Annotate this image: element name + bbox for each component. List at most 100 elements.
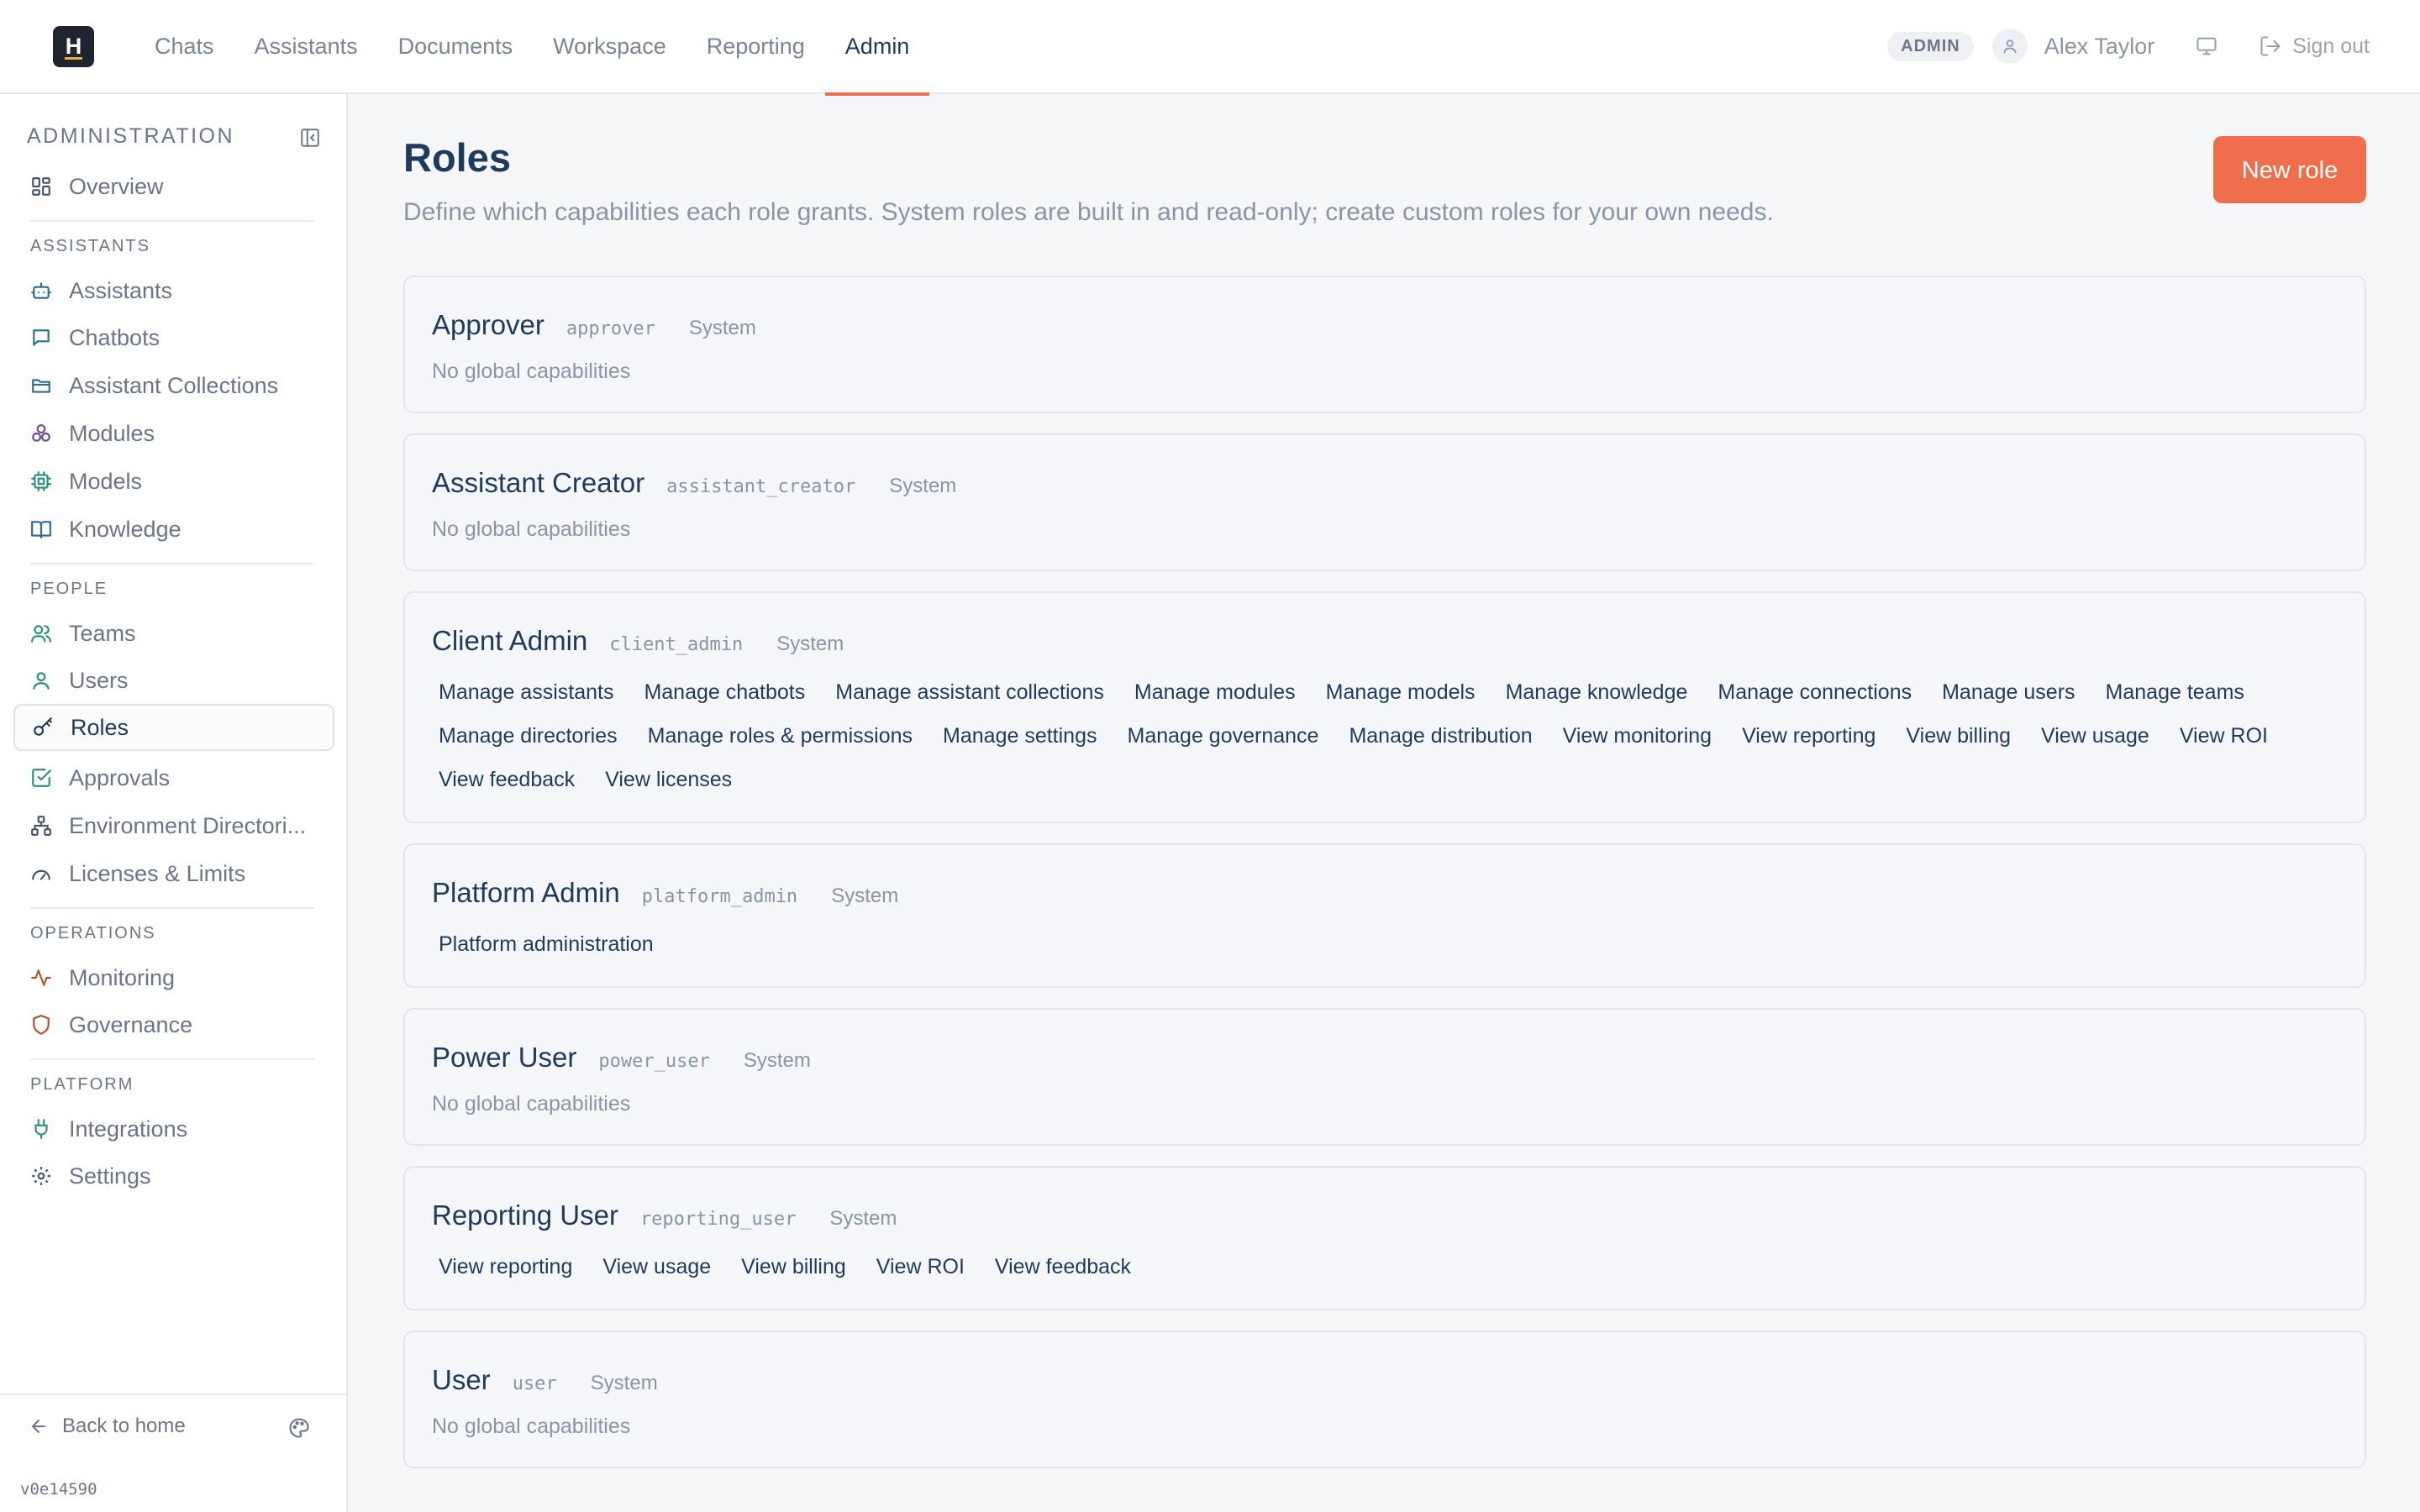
capability-chip: Manage roles & permissions	[647, 723, 913, 748]
role-card-header: Approver approver System	[432, 309, 756, 341]
role-name: Approver	[432, 309, 544, 340]
sidebar-item-assistant-collections[interactable]: Assistant Collections	[13, 362, 334, 409]
header-user-area: ADMIN Alex Taylor Sign out	[1887, 25, 2370, 67]
role-type: System	[829, 1207, 897, 1230]
display-toggle-button[interactable]	[2195, 34, 2218, 58]
role-name: Platform Admin	[432, 877, 620, 908]
sidebar-item-label: Users	[69, 667, 129, 693]
sidebar-item-roles[interactable]: Roles	[13, 704, 334, 751]
theme-button[interactable]	[287, 1416, 311, 1440]
capability-chip: Manage chatbots	[644, 680, 806, 704]
role-card-power-user[interactable]: Power User power_user System No global c…	[403, 1008, 2366, 1146]
sidebar-item-environment-directories[interactable]: Environment Directori...	[13, 802, 334, 849]
role-name: Client Admin	[432, 625, 588, 656]
capability-chip: Platform administration	[439, 932, 654, 956]
sidebar-item-assistants[interactable]: Assistants	[13, 267, 334, 314]
users-group-icon	[31, 625, 51, 643]
role-type: System	[889, 475, 957, 497]
role-key: approver	[566, 318, 655, 339]
sidebar-item-label: Assistant Collections	[69, 372, 279, 398]
sign-out-button[interactable]: Sign out	[2259, 34, 2370, 59]
sidebar-item-models[interactable]: Models	[13, 458, 334, 505]
back-to-home-link[interactable]: Back to home	[29, 1415, 186, 1438]
no-capabilities-text: No global capabilities	[432, 1092, 631, 1116]
sidebar-item-licenses-limits[interactable]: Licenses & Limits	[13, 850, 334, 897]
role-card-reporting-user[interactable]: Reporting User reporting_user System Vie…	[403, 1166, 2366, 1310]
capability-chip: Manage knowledge	[1505, 680, 1688, 704]
tab-admin[interactable]: Admin	[824, 0, 930, 96]
gauge-icon	[32, 869, 50, 880]
plug-icon	[34, 1119, 48, 1139]
sidebar-item-label: Chatbots	[69, 324, 160, 350]
capability-row: Platform administration	[429, 922, 2338, 966]
shield-icon	[33, 1015, 50, 1035]
tab-workspace[interactable]: Workspace	[533, 0, 687, 94]
capability-row: View feedback View licenses	[429, 758, 2338, 801]
book-icon	[31, 521, 51, 538]
capability-chip: Manage governance	[1127, 723, 1319, 748]
sidebar-item-integrations[interactable]: Integrations	[13, 1105, 334, 1152]
sidebar-item-approvals[interactable]: Approvals	[13, 754, 334, 801]
tab-documents[interactable]: Documents	[378, 0, 534, 94]
sidebar-item-teams[interactable]: Teams	[13, 610, 334, 657]
capability-chip: View ROI	[876, 1254, 965, 1278]
sidebar-item-overview[interactable]: Overview	[13, 163, 334, 210]
page-subtitle: Define which capabilities each role gran…	[403, 198, 1774, 226]
role-card-client-admin[interactable]: Client Admin client_admin System Manage …	[403, 591, 2366, 823]
collapse-sidebar-button[interactable]	[299, 127, 321, 149]
app-logo[interactable]: H	[53, 26, 94, 67]
sidebar-item-monitoring[interactable]: Monitoring	[13, 954, 334, 1001]
role-card-header: Reporting User reporting_user System	[432, 1200, 897, 1231]
tab-assistants[interactable]: Assistants	[234, 0, 378, 94]
palette-icon	[289, 1418, 309, 1438]
user-icon	[2003, 39, 2017, 54]
sidebar-item-users[interactable]: Users	[13, 657, 334, 704]
logo-underline	[65, 57, 82, 60]
role-key: user	[512, 1373, 557, 1394]
sidebar-item-label: Roles	[71, 714, 129, 740]
role-card-header: Platform Admin platform_admin System	[432, 877, 898, 909]
top-bar: H Chats Assistants Documents Workspace R…	[0, 0, 2420, 96]
role-key: client_admin	[609, 634, 744, 655]
section-label-platform: PLATFORM	[30, 1075, 134, 1094]
capability-chip: View reporting	[439, 1254, 573, 1278]
tab-reporting[interactable]: Reporting	[687, 0, 825, 94]
new-role-button[interactable]: New role	[2213, 136, 2366, 203]
role-card-user[interactable]: User user System No global capabilities	[403, 1331, 2366, 1468]
sidebar-header: ADMINISTRATION	[27, 119, 321, 153]
section-label-operations: OPERATIONS	[30, 924, 156, 942]
activity-icon	[31, 969, 51, 986]
sidebar-collapse-icon	[301, 129, 319, 147]
sign-out-label: Sign out	[2292, 34, 2370, 58]
arrow-left-icon	[32, 1420, 45, 1433]
sidebar-divider	[30, 220, 314, 222]
role-card-approver[interactable]: Approver approver System No global capab…	[403, 276, 2366, 413]
role-card-header: Client Admin client_admin System	[432, 625, 844, 657]
sidebar-footer-divider	[0, 1394, 346, 1395]
role-type: System	[831, 885, 899, 907]
logo-letter: H	[65, 34, 82, 59]
user-name[interactable]: Alex Taylor	[2044, 34, 2155, 60]
role-card-header: User user System	[432, 1364, 658, 1396]
monitor-icon	[2196, 37, 2217, 55]
avatar[interactable]	[1991, 29, 2028, 64]
role-card-platform-admin[interactable]: Platform Admin platform_admin System Pla…	[403, 843, 2366, 988]
sidebar-item-knowledge[interactable]: Knowledge	[13, 506, 334, 553]
capability-chip: Manage assistants	[439, 680, 614, 704]
role-card-header: Power User power_user System	[432, 1042, 811, 1074]
capability-chip: Manage directories	[439, 723, 618, 748]
role-card-assistant-creator[interactable]: Assistant Creator assistant_creator Syst…	[403, 433, 2366, 571]
capability-chip: View billing	[1906, 723, 2012, 748]
no-capabilities-text: No global capabilities	[432, 360, 631, 383]
grid-icon	[32, 177, 50, 196]
sidebar-item-chatbots[interactable]: Chatbots	[13, 314, 334, 361]
sidebar-item-label: Monitoring	[69, 964, 176, 990]
sidebar-item-governance[interactable]: Governance	[13, 1001, 334, 1048]
no-capabilities-text: No global capabilities	[432, 517, 631, 541]
role-type: System	[776, 633, 844, 655]
tab-chats[interactable]: Chats	[134, 0, 234, 94]
sidebar-item-modules[interactable]: Modules	[13, 410, 334, 457]
sidebar-item-label: Assistants	[69, 277, 173, 303]
sidebar-item-settings[interactable]: Settings	[13, 1152, 334, 1200]
capability-chip: Manage teams	[2105, 680, 2244, 704]
